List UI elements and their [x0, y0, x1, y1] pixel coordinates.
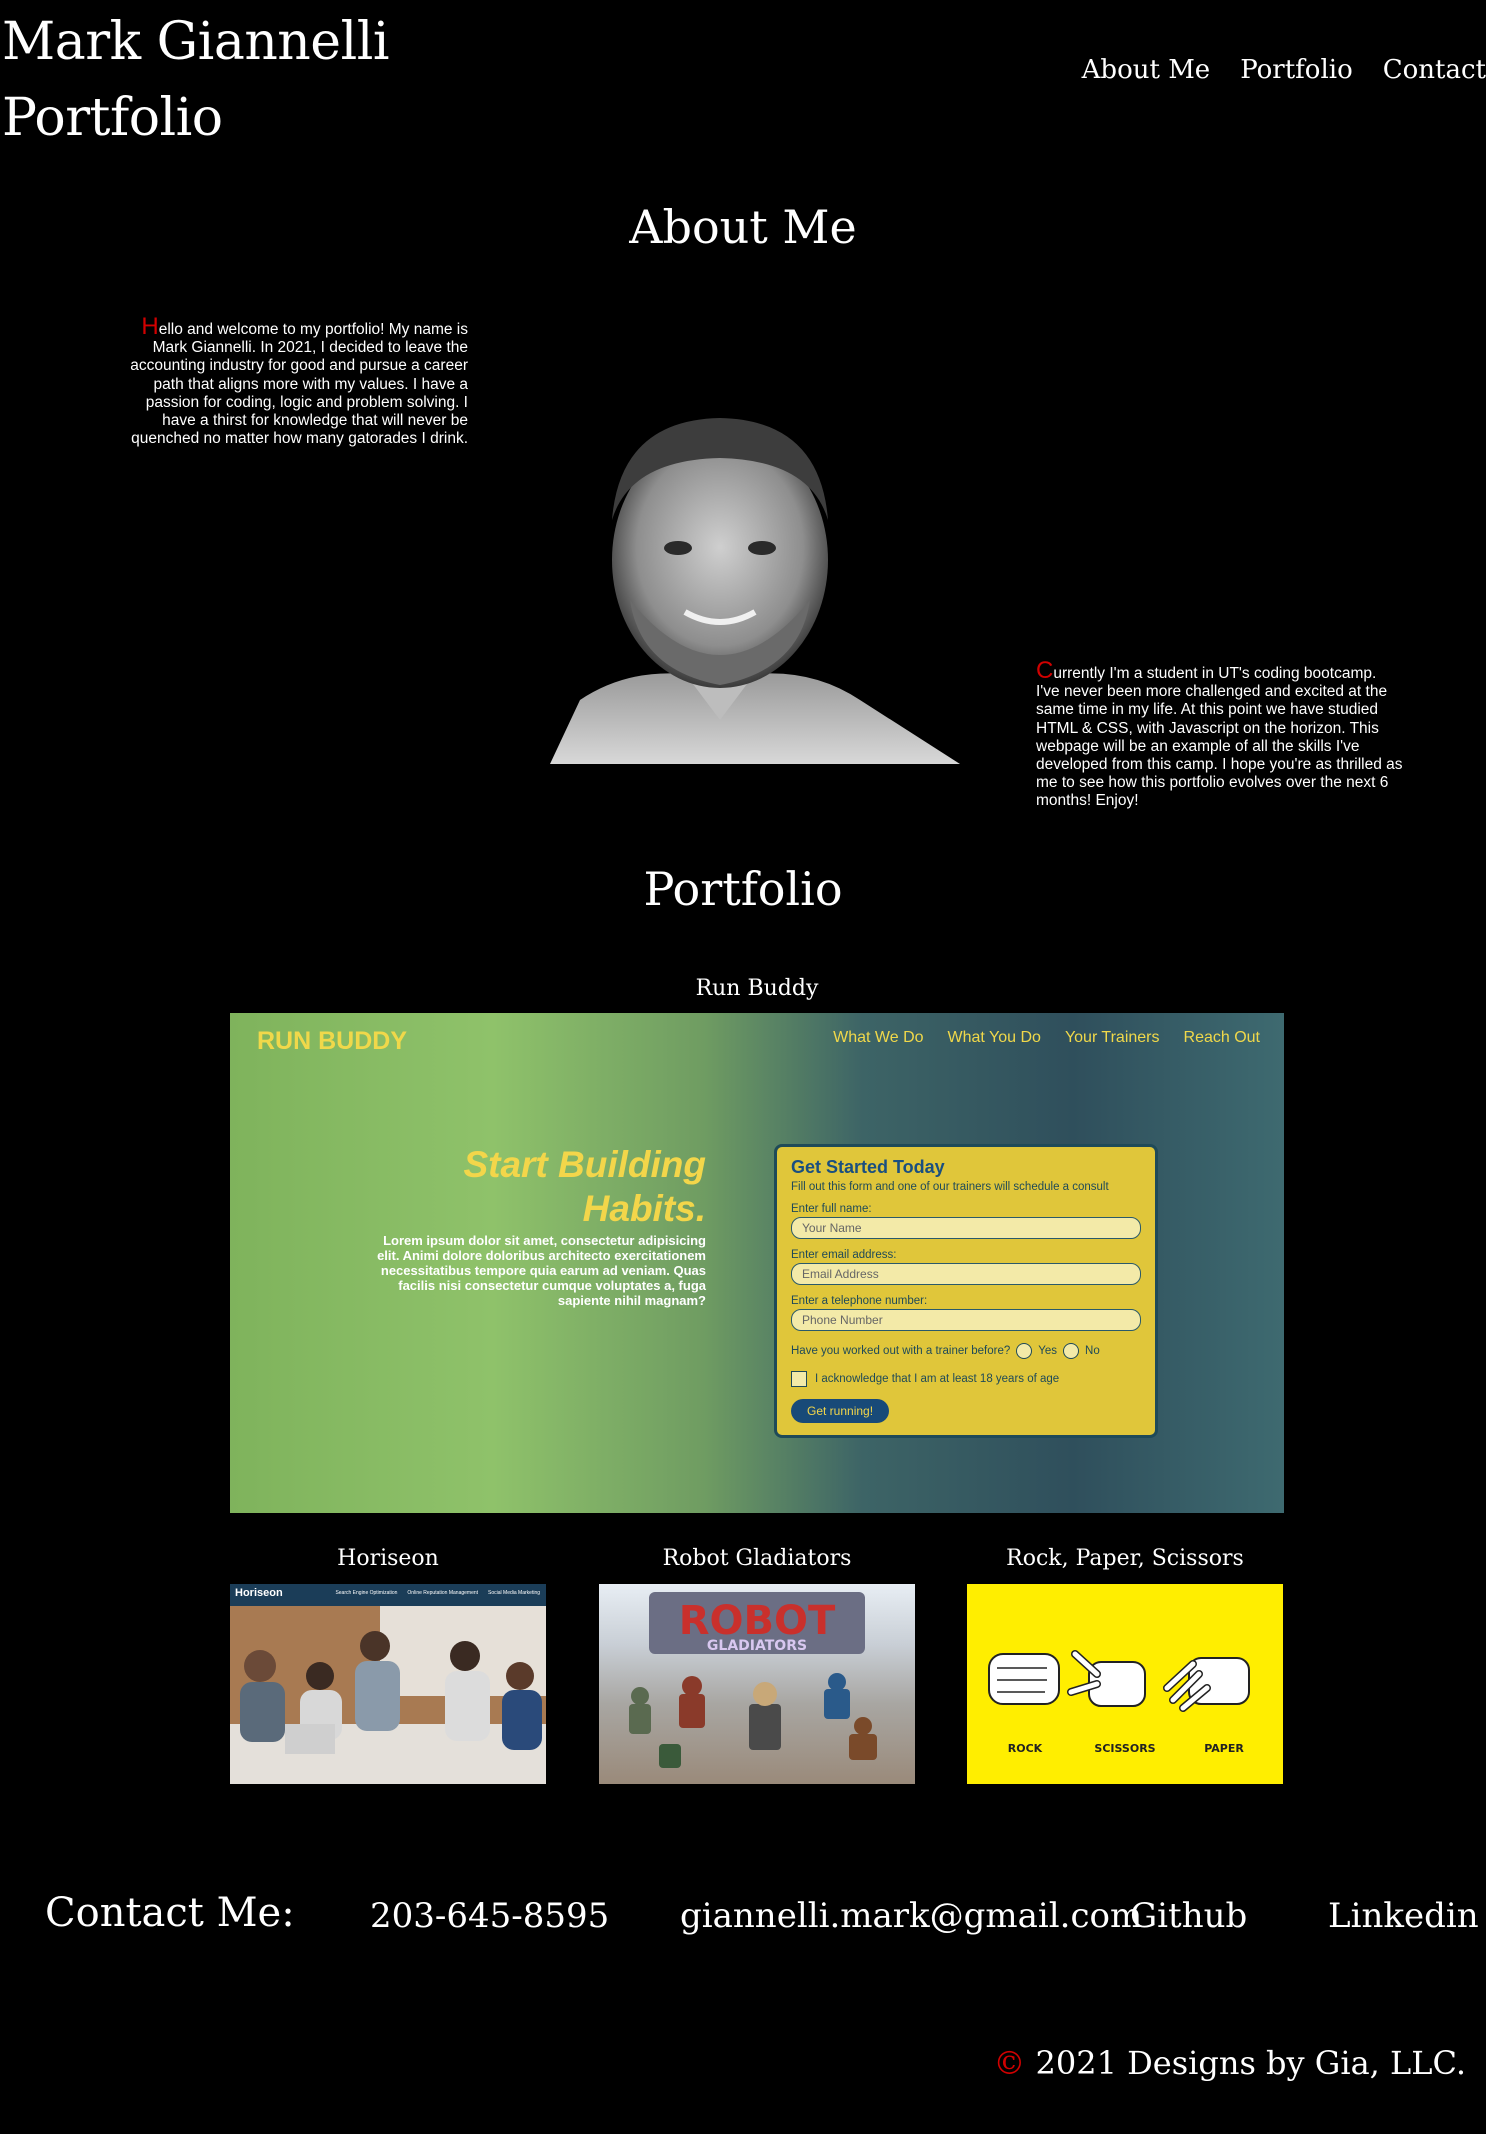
- contact-github-link[interactable]: Github: [1130, 1896, 1247, 1936]
- run-buddy-nav-item: What You Do: [947, 1029, 1041, 1046]
- run-buddy-email-input: Email Address: [791, 1263, 1141, 1285]
- contact-bar: Contact Me: 203-645-8595 giannelli.mark@…: [0, 1890, 1486, 1950]
- contact-phone[interactable]: 203-645-8595: [370, 1896, 609, 1936]
- contact-linkedin-link[interactable]: Linkedin: [1328, 1896, 1479, 1936]
- rock-hand-icon: [988, 1653, 1060, 1705]
- project-horiseon[interactable]: Horiseon Search Engine Optimization Onli…: [230, 1584, 546, 1784]
- paper-hand-icon: [1163, 1657, 1250, 1712]
- run-buddy-ack: I acknowledge that I am at least 18 year…: [791, 1371, 1141, 1387]
- run-buddy-signup-form: Get Started Today Fill out this form and…: [774, 1144, 1158, 1438]
- scissors-hand-icon: [1067, 1650, 1146, 1707]
- run-buddy-label-phone: Enter a telephone number:: [791, 1295, 928, 1307]
- copyright-symbol: ©: [993, 2044, 1026, 2082]
- site-title-line1: Mark Giannelli: [2, 12, 389, 72]
- bio-paragraph-2: Currently I'm a student in UT's coding b…: [1036, 659, 1404, 811]
- contact-email[interactable]: giannelli.mark@gmail.com: [680, 1896, 1142, 1936]
- horiseon-logo: Horiseon: [235, 1587, 283, 1599]
- horiseon-nav-item: Search Engine Optimization: [335, 1590, 398, 1596]
- project-run-buddy[interactable]: RUN BUDDY What We Do What You Do Your Tr…: [230, 1013, 1284, 1513]
- project-title-rock-paper-scissors: Rock, Paper, Scissors: [1006, 1546, 1244, 1571]
- project-title-horiseon: Horiseon: [337, 1546, 439, 1571]
- bio-dropcap-2: C: [1036, 657, 1054, 684]
- run-buddy-nav: What We Do What You Do Your Trainers Rea…: [833, 1029, 1260, 1047]
- run-buddy-nav-item: What We Do: [833, 1029, 924, 1046]
- run-buddy-hero-heading: Start Building Habits.: [463, 1144, 706, 1229]
- profile-photo: [470, 380, 970, 764]
- run-buddy-name-input: Your Name: [791, 1217, 1141, 1239]
- nav-portfolio[interactable]: Portfolio: [1240, 55, 1353, 85]
- project-rock-paper-scissors[interactable]: ROCK SCISSORS PAPER: [967, 1584, 1283, 1784]
- rps-label-paper: PAPER: [1204, 1742, 1244, 1755]
- run-buddy-submit-button: Get running!: [791, 1399, 890, 1423]
- run-buddy-ack-text: I acknowledge that I am at least 18 year…: [815, 1373, 1060, 1385]
- bio-dropcap-1: H: [141, 313, 159, 340]
- run-buddy-yes-label: Yes: [1038, 1345, 1058, 1357]
- robot-logo-bottom: GLADIATORS: [707, 1638, 807, 1654]
- bio-paragraph-1: Hello and welcome to my portfolio! My na…: [110, 315, 468, 448]
- rps-label-rock: ROCK: [1008, 1742, 1043, 1755]
- robot-gladiators-image: ROBOT GLADIATORS: [629, 1592, 877, 1768]
- rps-image: ROCK SCISSORS PAPER: [988, 1650, 1250, 1755]
- run-buddy-logo: RUN BUDDY: [257, 1027, 407, 1055]
- run-buddy-form-title: Get Started Today: [791, 1157, 945, 1177]
- radio-no-icon: [1063, 1343, 1080, 1359]
- horiseon-nav-item: Social Media Marketing: [488, 1590, 540, 1596]
- run-buddy-form-subtitle: Fill out this form and one of our traine…: [791, 1181, 1109, 1193]
- bio-text-1: ello and welcome to my portfolio! My nam…: [130, 321, 468, 448]
- project-title-robot-gladiators: Robot Gladiators: [662, 1546, 852, 1571]
- footer-copyright: © 2021 Designs by Gia, LLC.: [993, 2044, 1466, 2082]
- about-heading: About Me: [629, 200, 857, 254]
- horiseon-nav-item: Online Reputation Management: [407, 1590, 479, 1596]
- run-buddy-question-text: Have you worked out with a trainer befor…: [791, 1345, 1011, 1357]
- project-title-run-buddy: Run Buddy: [695, 976, 819, 1001]
- site-title: Mark Giannelli Portfolio: [2, 4, 389, 156]
- contact-label: Contact Me:: [45, 1890, 295, 1936]
- radio-yes-icon: [1016, 1343, 1033, 1359]
- run-buddy-hero-text: Lorem ipsum dolor sit amet, consectetur …: [377, 1233, 706, 1308]
- horiseon-nav: Search Engine Optimization Online Reputa…: [335, 1590, 540, 1596]
- profile-photo-image: [550, 418, 960, 764]
- run-buddy-trainer-question: Have you worked out with a trainer befor…: [791, 1343, 1141, 1359]
- run-buddy-no-label: No: [1085, 1345, 1100, 1357]
- nav-contact[interactable]: Contact: [1383, 55, 1486, 85]
- copyright-text: 2021 Designs by Gia, LLC.: [1035, 2044, 1466, 2082]
- horiseon-team-photo: [230, 1606, 546, 1784]
- run-buddy-nav-item: Your Trainers: [1064, 1029, 1160, 1046]
- checkbox-icon: [791, 1371, 807, 1387]
- run-buddy-label-email: Enter email address:: [791, 1249, 897, 1261]
- bio-text-2: urrently I'm a student in UT's coding bo…: [1036, 665, 1403, 810]
- main-nav: About Me Portfolio Contact: [1082, 55, 1486, 85]
- rps-label-scissors: SCISSORS: [1094, 1742, 1155, 1755]
- run-buddy-phone-input: Phone Number: [791, 1309, 1141, 1331]
- portfolio-heading: Portfolio: [643, 862, 843, 916]
- nav-about-me[interactable]: About Me: [1082, 55, 1211, 85]
- site-title-line2: Portfolio: [2, 88, 223, 148]
- run-buddy-nav-item: Reach Out: [1183, 1029, 1260, 1046]
- run-buddy-label-name: Enter full name:: [791, 1203, 872, 1215]
- project-robot-gladiators[interactable]: ROBOT GLADIATORS: [599, 1584, 915, 1784]
